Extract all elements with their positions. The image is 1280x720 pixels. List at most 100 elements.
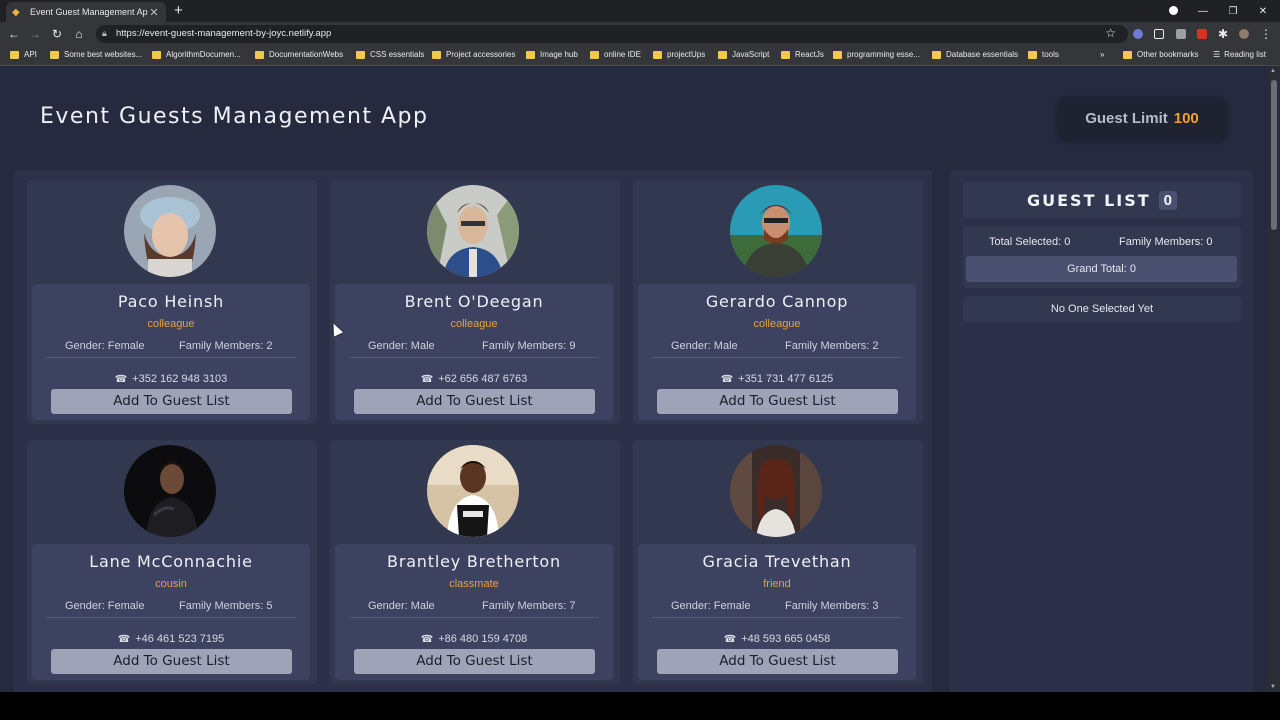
bookmark-item[interactable]: API bbox=[10, 50, 37, 59]
guest-info: Brent O'Deegan colleague Gender: Male Fa… bbox=[335, 284, 613, 420]
bookmark-item[interactable]: Image hub bbox=[526, 50, 578, 59]
bookmark-label: Reading list bbox=[1224, 50, 1266, 59]
guest-phone: ☎ +352 162 948 3103 bbox=[32, 373, 310, 385]
browser-tab-bar: ◆ Event Guest Management App ✕ + — ❐ ✕ bbox=[0, 0, 1280, 22]
bookmark-star-icon[interactable]: ☆ bbox=[1105, 26, 1116, 40]
back-icon[interactable]: ← bbox=[6, 26, 22, 42]
guest-phone-number: +86 480 159 4708 bbox=[438, 633, 528, 645]
bottom-bar bbox=[0, 692, 1280, 720]
browser-menu-icon[interactable]: ⋮ bbox=[1258, 26, 1274, 42]
folder-icon bbox=[432, 50, 441, 59]
bookmark-item[interactable]: Some best websites... bbox=[50, 50, 142, 59]
puzzle-extensions-icon[interactable]: ✱ bbox=[1215, 26, 1231, 42]
bookmark-item[interactable]: JavaScript bbox=[718, 50, 769, 59]
url-text: https://event-guest-management-by-joyc.n… bbox=[116, 28, 332, 39]
bookmark-item[interactable]: programming esse... bbox=[833, 50, 920, 59]
guest-list-header: GUEST LIST 0 bbox=[963, 182, 1241, 218]
phone-icon: ☎ bbox=[117, 634, 131, 645]
avatar bbox=[427, 445, 519, 537]
browser-tab[interactable]: ◆ Event Guest Management App ✕ bbox=[6, 2, 166, 22]
add-to-guest-list-button[interactable]: Add To Guest List bbox=[51, 649, 292, 674]
bookmarks-overflow-icon[interactable]: » bbox=[1100, 50, 1104, 59]
avatar bbox=[124, 185, 216, 277]
bookmark-label: AlgorithmDocumen... bbox=[166, 50, 241, 59]
guest-name: Paco Heinsh bbox=[117, 292, 225, 311]
bookmark-label: JavaScript bbox=[732, 50, 770, 59]
bookmark-label: DocumentationWebs bbox=[269, 50, 344, 59]
guest-phone: ☎ +86 480 159 4708 bbox=[335, 633, 613, 645]
reload-icon[interactable]: ↻ bbox=[49, 26, 65, 42]
adblock-icon[interactable] bbox=[1197, 29, 1207, 39]
home-icon[interactable]: ⌂ bbox=[71, 26, 87, 42]
bookmark-item[interactable]: online IDE bbox=[590, 50, 641, 59]
minimize-icon[interactable]: — bbox=[1188, 2, 1218, 20]
folder-icon bbox=[10, 50, 19, 59]
total-selected: Total Selected: 0 bbox=[989, 236, 1071, 248]
guest-relation: friend bbox=[763, 578, 791, 590]
guest-relation: classmate bbox=[449, 578, 499, 590]
forward-icon[interactable]: → bbox=[27, 26, 43, 42]
tab-title: Event Guest Management App bbox=[30, 7, 148, 17]
bookmark-item[interactable]: DocumentationWebs bbox=[255, 50, 343, 59]
window-close-icon[interactable]: ✕ bbox=[1248, 2, 1278, 20]
restore-icon[interactable]: ❐ bbox=[1218, 2, 1248, 20]
tab-close-icon[interactable]: ✕ bbox=[148, 6, 160, 19]
bookmark-item[interactable]: Database essentials bbox=[932, 50, 1018, 59]
guest-phone-number: +62 656 487 6763 bbox=[438, 373, 528, 385]
empty-guest-list-message: No One Selected Yet bbox=[963, 296, 1241, 322]
divider bbox=[349, 617, 599, 618]
browser-toolbar: ← → ↻ ⌂ 🔒︎ https://event-guest-managemen… bbox=[0, 22, 1280, 46]
folder-icon bbox=[932, 50, 941, 59]
guest-list-panel: GUEST LIST 0 Total Selected: 0 Family Me… bbox=[950, 170, 1253, 692]
profile-avatar[interactable] bbox=[1239, 29, 1249, 39]
guest-relation: colleague bbox=[753, 318, 801, 330]
recording-indicator-icon bbox=[1169, 6, 1178, 15]
app-viewport: Event Guests Management App Guest Limit … bbox=[0, 66, 1268, 692]
add-to-guest-list-button[interactable]: Add To Guest List bbox=[354, 389, 595, 414]
guest-family-members: Family Members: 7 bbox=[482, 600, 576, 612]
folder-icon bbox=[50, 50, 59, 59]
scroll-up-icon[interactable]: ▲ bbox=[1270, 68, 1276, 74]
folder-icon bbox=[1123, 50, 1132, 59]
bookmark-item[interactable]: tools bbox=[1028, 50, 1059, 59]
divider bbox=[46, 357, 296, 358]
other-bookmarks[interactable]: Other bookmarks bbox=[1123, 50, 1198, 59]
folder-icon bbox=[152, 50, 161, 59]
extension-icon[interactable] bbox=[1133, 29, 1143, 39]
folder-icon bbox=[526, 50, 535, 59]
reading-list[interactable]: ☰ Reading list bbox=[1213, 50, 1266, 59]
guest-phone-number: +352 162 948 3103 bbox=[132, 373, 228, 385]
scrollbar-thumb[interactable] bbox=[1271, 80, 1277, 230]
guest-relation: colleague bbox=[450, 318, 498, 330]
add-to-guest-list-button[interactable]: Add To Guest List bbox=[657, 389, 898, 414]
guest-list-title: GUEST LIST bbox=[1027, 190, 1151, 210]
new-tab-button[interactable]: + bbox=[174, 3, 183, 19]
guest-phone-number: +48 593 665 0458 bbox=[741, 633, 831, 645]
guest-gender: Gender: Male bbox=[368, 600, 435, 612]
bookmark-label: CSS essentials bbox=[370, 50, 425, 59]
bookmark-label: Other bookmarks bbox=[1137, 50, 1199, 59]
add-to-guest-list-button[interactable]: Add To Guest List bbox=[354, 649, 595, 674]
folder-icon bbox=[1028, 50, 1037, 59]
bookmark-item[interactable]: AlgorithmDocumen... bbox=[152, 50, 241, 59]
page-scrollbar[interactable]: ▲ ▼ bbox=[1268, 66, 1280, 692]
scroll-down-icon[interactable]: ▼ bbox=[1270, 684, 1276, 690]
lock-icon: 🔒︎ bbox=[102, 28, 107, 38]
extension-icon[interactable] bbox=[1176, 29, 1186, 39]
guest-info: Paco Heinsh colleague Gender: Female Fam… bbox=[32, 284, 310, 420]
guest-list-stats: Total Selected: 0 Family Members: 0 Gran… bbox=[963, 226, 1241, 288]
add-to-guest-list-button[interactable]: Add To Guest List bbox=[51, 389, 292, 414]
bookmark-item[interactable]: projectUps bbox=[653, 50, 705, 59]
extension-icon[interactable] bbox=[1154, 29, 1164, 39]
guest-card: Lane McConnachie cousin Gender: Female F… bbox=[27, 440, 317, 684]
bookmark-item[interactable]: CSS essentials bbox=[356, 50, 424, 59]
bookmark-label: Some best websites... bbox=[64, 50, 143, 59]
guest-gender: Gender: Male bbox=[368, 340, 435, 352]
add-to-guest-list-button[interactable]: Add To Guest List bbox=[657, 649, 898, 674]
address-bar[interactable]: 🔒︎ https://event-guest-management-by-joy… bbox=[96, 25, 1128, 43]
folder-icon bbox=[590, 50, 599, 59]
bookmark-item[interactable]: ReactJs bbox=[781, 50, 824, 59]
bookmark-item[interactable]: Project accessories bbox=[432, 50, 515, 59]
bookmark-label: ReactJs bbox=[795, 50, 824, 59]
guest-name: Gracia Trevethan bbox=[702, 552, 852, 571]
